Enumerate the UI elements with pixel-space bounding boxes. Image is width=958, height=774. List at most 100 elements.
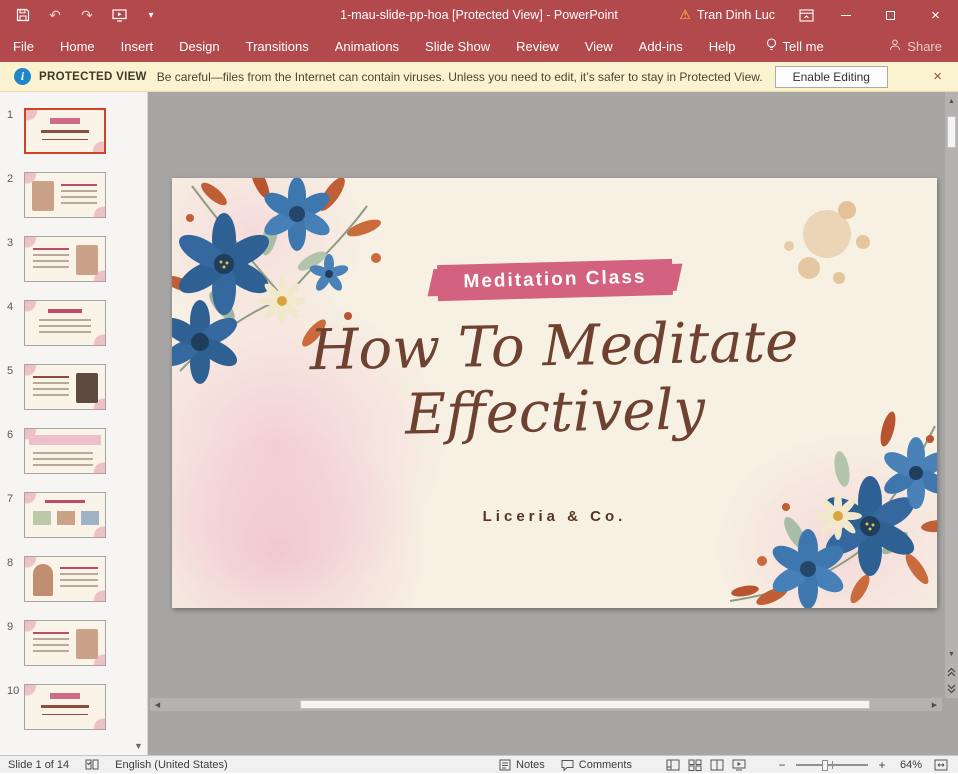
slide-thumbnail-row-3[interactable]: 3	[0, 236, 130, 282]
slide-thumbnail-row-8[interactable]: 8	[0, 556, 130, 602]
share-button[interactable]: Share	[873, 39, 958, 54]
scroll-down-icon[interactable]: ▼	[945, 647, 958, 662]
slide-number: 9	[7, 620, 24, 666]
previous-slide-icon[interactable]	[945, 664, 958, 679]
slide-thumbnail-row-7[interactable]: 7	[0, 492, 130, 538]
language-status[interactable]: English (United States)	[107, 756, 236, 774]
comments-label: Comments	[579, 759, 632, 771]
horizontal-scrollbar[interactable]: ◀ ▶	[150, 698, 942, 711]
slide-thumbnail-row-10[interactable]: 10	[0, 684, 130, 730]
tell-me-label: Tell me	[783, 39, 824, 54]
tab-review[interactable]: Review	[503, 30, 572, 62]
tab-add-ins[interactable]: Add-ins	[626, 30, 696, 62]
next-slide-icon[interactable]	[945, 681, 958, 696]
tab-animations[interactable]: Animations	[322, 30, 412, 62]
tab-transitions[interactable]: Transitions	[233, 30, 322, 62]
ribbon-tab-bar: File Home Insert Design Transitions Anim…	[0, 30, 958, 62]
slide-1-main-view: Meditation Class How To Meditate Effecti…	[172, 178, 937, 608]
status-bar: Slide 1 of 14 English (United States) No…	[0, 755, 958, 773]
tab-slide-show[interactable]: Slide Show	[412, 30, 503, 62]
slide-thumbnail[interactable]	[24, 172, 106, 218]
protected-view-label: PROTECTED VIEW	[39, 71, 147, 83]
badge-label: Meditation Class	[463, 267, 646, 293]
slide-number: 7	[7, 492, 24, 538]
thumbnail-scrollbar[interactable]: ▼	[130, 92, 148, 755]
slide-thumbnail-row-9[interactable]: 9	[0, 620, 130, 666]
normal-view-icon[interactable]	[662, 756, 684, 774]
thumbnail-scroll-down-icon[interactable]: ▼	[130, 741, 147, 751]
redo-icon[interactable]: ↷	[78, 6, 96, 24]
horizontal-scrollbar-thumb[interactable]	[300, 700, 870, 709]
minimize-button[interactable]	[823, 0, 868, 30]
slide-thumbnail-row-1[interactable]: 1	[0, 108, 130, 154]
slide-thumbnail[interactable]	[24, 620, 106, 666]
slide-sorter-view-icon[interactable]	[684, 756, 706, 774]
slide-thumbnail-row-5[interactable]: 5	[0, 364, 130, 410]
slide-number: 3	[7, 236, 24, 282]
tab-home[interactable]: Home	[47, 30, 108, 62]
account-menu[interactable]: ⚠ Tran Dinh Luc	[665, 7, 789, 23]
slide-thumbnail[interactable]	[24, 684, 106, 730]
slide-thumbnail[interactable]	[24, 428, 106, 474]
slide-counter[interactable]: Slide 1 of 14	[0, 756, 77, 774]
slide-number: 1	[7, 108, 24, 154]
slide-thumbnail-row-6[interactable]: 6	[0, 428, 130, 474]
quick-access-toolbar: ↶ ↷ ▾	[0, 6, 160, 24]
lightbulb-icon	[766, 38, 777, 55]
view-shortcuts	[662, 756, 750, 774]
ribbon-display-options-icon[interactable]	[789, 0, 823, 30]
fit-slide-to-window-icon[interactable]	[930, 756, 952, 774]
maximize-button[interactable]	[868, 0, 913, 30]
zoom-slider-handle[interactable]	[822, 760, 828, 771]
slide-thumbnail-panel: 1 2 3 4 5 6 7 8	[0, 92, 130, 755]
account-name: Tran Dinh Luc	[697, 8, 775, 22]
vertical-scrollbar-thumb[interactable]	[947, 116, 956, 148]
enable-editing-button[interactable]: Enable Editing	[775, 66, 888, 88]
slide-show-view-icon[interactable]	[728, 756, 750, 774]
tell-me-box[interactable]: Tell me	[753, 38, 837, 55]
tab-view[interactable]: View	[572, 30, 626, 62]
protected-view-banner: i PROTECTED VIEW Be careful—files from t…	[0, 62, 958, 92]
zoom-slider-center-tick	[832, 761, 833, 769]
slide-thumbnail[interactable]	[24, 556, 106, 602]
tab-insert[interactable]: Insert	[108, 30, 167, 62]
customize-quick-access-icon[interactable]: ▾	[142, 6, 160, 24]
scroll-up-icon[interactable]: ▲	[945, 94, 958, 109]
slide-badge: Meditation Class	[437, 259, 673, 301]
slide-number: 6	[7, 428, 24, 474]
reading-view-icon[interactable]	[706, 756, 728, 774]
banner-close-icon[interactable]: ×	[927, 68, 948, 85]
zoom-in-icon[interactable]: +	[876, 758, 888, 772]
close-button[interactable]: ×	[913, 0, 958, 30]
slide-company-name: Liceria & Co.	[172, 508, 937, 525]
notes-button[interactable]: Notes	[491, 756, 553, 774]
slide-thumbnail[interactable]	[24, 236, 106, 282]
slide-thumbnail[interactable]	[24, 300, 106, 346]
save-icon[interactable]	[14, 6, 32, 24]
slide-thumbnail-row-2[interactable]: 2	[0, 172, 130, 218]
slide-number: 8	[7, 556, 24, 602]
tab-design[interactable]: Design	[166, 30, 232, 62]
zoom-level[interactable]: 64%	[900, 759, 922, 771]
comments-icon	[561, 759, 574, 771]
start-from-beginning-icon[interactable]	[110, 6, 128, 24]
slide-thumbnail-row-4[interactable]: 4	[0, 300, 130, 346]
undo-icon[interactable]: ↶	[46, 6, 64, 24]
tab-file[interactable]: File	[0, 30, 47, 62]
comments-button[interactable]: Comments	[553, 756, 640, 774]
zoom-slider[interactable]	[796, 758, 868, 772]
slide-thumbnail[interactable]	[24, 108, 106, 154]
vertical-scrollbar[interactable]: ▲ ▼	[945, 92, 958, 698]
slide-canvas-area: Meditation Class How To Meditate Effecti…	[148, 92, 958, 755]
scroll-right-icon[interactable]: ▶	[927, 698, 942, 711]
proofing-status-icon[interactable]	[77, 756, 107, 774]
slide-thumbnail[interactable]	[24, 364, 106, 410]
slide-number: 10	[7, 684, 24, 730]
slide-thumbnail[interactable]	[24, 492, 106, 538]
scroll-left-icon[interactable]: ◀	[150, 698, 165, 711]
title-bar: ↶ ↷ ▾ 1-mau-slide-pp-hoa [Protected View…	[0, 0, 958, 30]
info-icon: i	[14, 68, 31, 85]
share-label: Share	[907, 39, 942, 54]
zoom-out-icon[interactable]: −	[776, 758, 788, 772]
tab-help[interactable]: Help	[696, 30, 749, 62]
